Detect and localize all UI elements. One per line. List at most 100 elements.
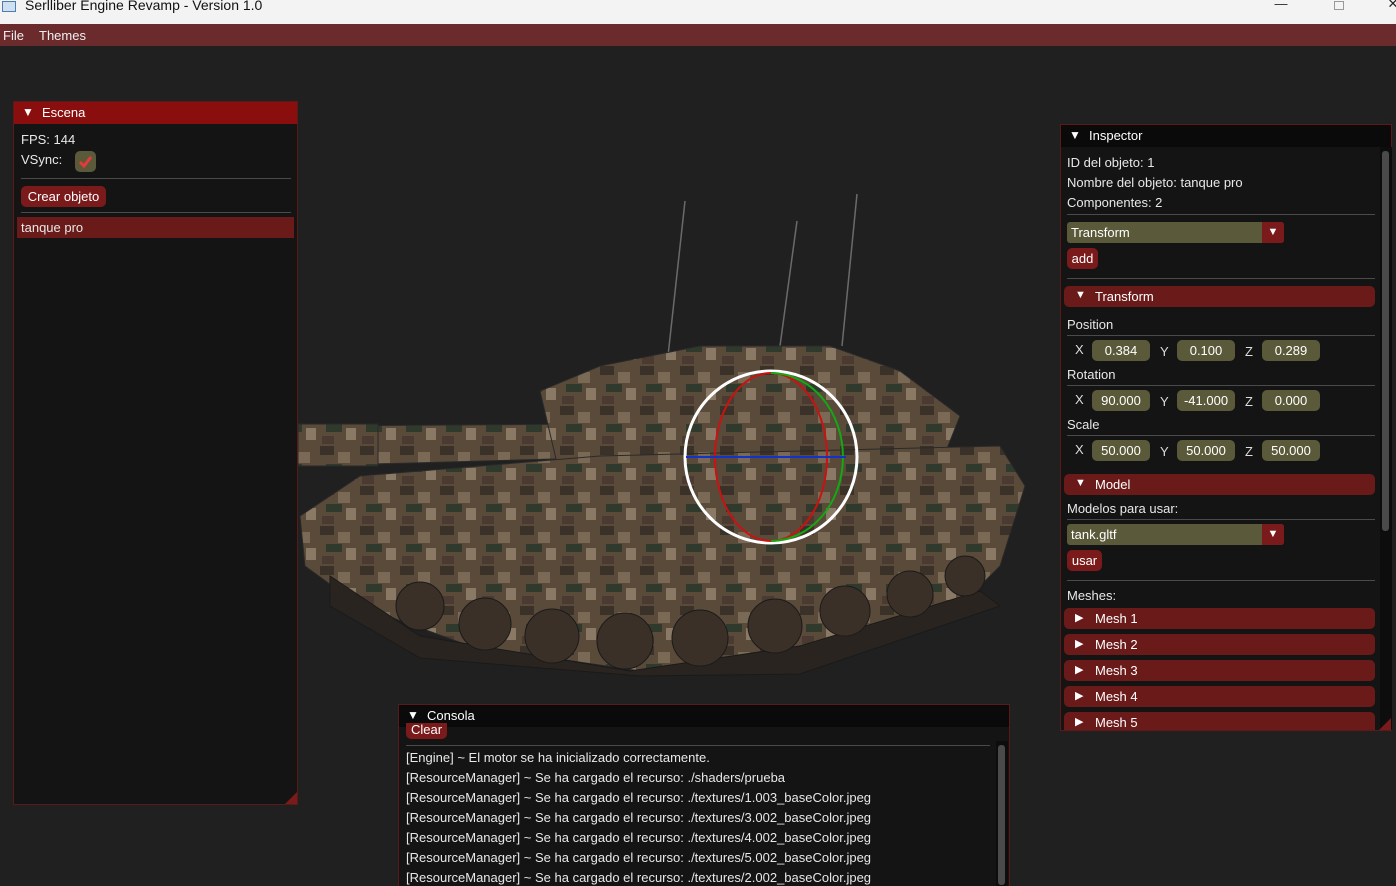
mesh-label: Mesh 3 <box>1095 663 1138 678</box>
x-label: X <box>1075 392 1084 407</box>
y-label: Y <box>1160 444 1169 459</box>
expand-arrow-icon: ▶ <box>1075 664 1084 676</box>
minimize-button[interactable]: — <box>1258 0 1304 16</box>
divider <box>1067 519 1375 520</box>
meshes-label: Meshes: <box>1067 588 1117 603</box>
mesh-item[interactable]: ▶ Mesh 3 <box>1064 660 1375 681</box>
create-object-button[interactable]: Crear objeto <box>21 186 106 207</box>
y-label: Y <box>1160 344 1169 359</box>
console-panel[interactable]: ▼ Consola Clear [Engine] ~ El motor se h… <box>398 704 1010 886</box>
rotation-x-field[interactable]: 90.000 <box>1092 390 1150 411</box>
position-y-field[interactable]: 0.100 <box>1177 340 1235 361</box>
x-label: X <box>1075 442 1084 457</box>
mesh-item[interactable]: ▶ Mesh 2 <box>1064 634 1375 655</box>
z-label: Z <box>1245 444 1253 459</box>
position-x-field[interactable]: 0.384 <box>1092 340 1150 361</box>
divider <box>1067 278 1375 279</box>
console-title: Consola <box>427 708 475 723</box>
expand-arrow-icon: ▶ <box>1075 638 1084 650</box>
inspector-panel[interactable]: ▼ Inspector ID del objeto: 1 Nombre del … <box>1060 124 1392 731</box>
collapse-arrow-icon: ▼ <box>1075 477 1086 489</box>
console-line: [ResourceManager] ~ Se ha cargado el rec… <box>406 870 872 885</box>
console-line: [ResourceManager] ~ Se ha cargado el rec… <box>406 850 872 865</box>
mesh-label: Mesh 1 <box>1095 611 1138 626</box>
mesh-item[interactable]: ▶ Mesh 4 <box>1064 686 1375 707</box>
component-select-value: Transform <box>1071 225 1130 240</box>
divider <box>406 745 990 746</box>
inspector-header[interactable]: ▼ Inspector <box>1061 125 1391 147</box>
expand-arrow-icon: ▶ <box>1075 690 1084 702</box>
rotation-label: Rotation <box>1067 367 1116 382</box>
collapse-arrow-icon[interactable]: ▼ <box>1069 128 1081 142</box>
z-label: Z <box>1245 394 1253 409</box>
console-line: [ResourceManager] ~ Se ha cargado el rec… <box>406 830 872 845</box>
dropdown-arrow-icon[interactable]: ▼ <box>1262 524 1284 545</box>
resize-grip[interactable] <box>285 792 297 804</box>
maximize-button[interactable] <box>1316 0 1362 16</box>
scale-x-field[interactable]: 50.000 <box>1092 440 1150 461</box>
position-label: Position <box>1067 317 1114 332</box>
resize-grip[interactable] <box>1379 718 1391 730</box>
rotation-y-field[interactable]: -41.000 <box>1177 390 1235 411</box>
object-name: Nombre del objeto: tanque pro <box>1067 175 1243 190</box>
divider <box>1067 435 1375 436</box>
console-header[interactable]: ▼ Consola <box>399 705 1009 727</box>
collapse-arrow-icon[interactable]: ▼ <box>22 105 34 119</box>
x-label: X <box>1075 342 1084 357</box>
scale-y-field[interactable]: 50.000 <box>1177 440 1235 461</box>
fps-label: FPS: 144 <box>21 132 76 147</box>
divider <box>1067 385 1375 386</box>
menu-themes[interactable]: Themes <box>39 28 86 43</box>
vsync-checkbox[interactable] <box>75 151 96 172</box>
model-select[interactable]: tank.gltf ▼ <box>1067 524 1284 545</box>
vsync-label: VSync: <box>21 152 63 167</box>
inspector-scrollbar[interactable] <box>1380 147 1392 730</box>
inspector-title: Inspector <box>1089 128 1143 143</box>
expand-arrow-icon: ▶ <box>1075 716 1084 728</box>
escena-title: Escena <box>42 105 86 120</box>
menu-file[interactable]: File <box>3 28 24 43</box>
component-select[interactable]: Transform ▼ <box>1067 222 1284 243</box>
clear-button[interactable]: Clear <box>406 723 447 739</box>
transform-title: Transform <box>1095 289 1154 304</box>
collapse-arrow-icon[interactable]: ▼ <box>407 708 419 722</box>
scrollbar-thumb[interactable] <box>998 745 1005 885</box>
console-scrollbar[interactable] <box>996 741 1008 886</box>
window-title-bar: Serlliber Engine Revamp - Version 1.0 — … <box>0 0 1396 24</box>
close-button[interactable]: ✕ <box>1370 0 1396 16</box>
divider <box>1067 214 1375 215</box>
divider <box>21 212 291 213</box>
mesh-label: Mesh 4 <box>1095 689 1138 704</box>
mesh-label: Mesh 5 <box>1095 715 1138 730</box>
model-header[interactable]: ▼ Model <box>1064 474 1375 495</box>
maximize-icon <box>1334 1 1344 10</box>
scale-label: Scale <box>1067 417 1100 432</box>
escena-panel[interactable]: ▼ Escena FPS: 144 VSync: Crear objeto ta… <box>13 101 298 805</box>
rotation-z-field[interactable]: 0.000 <box>1262 390 1320 411</box>
mesh-item[interactable]: ▶ Mesh 1 <box>1064 608 1375 629</box>
transform-header[interactable]: ▼ Transform <box>1064 286 1375 307</box>
dropdown-arrow-icon[interactable]: ▼ <box>1262 222 1284 243</box>
z-label: Z <box>1245 344 1253 359</box>
divider <box>21 178 291 179</box>
position-z-field[interactable]: 0.289 <box>1262 340 1320 361</box>
console-line: [ResourceManager] ~ Se ha cargado el rec… <box>406 770 786 785</box>
model-select-value: tank.gltf <box>1071 527 1117 542</box>
escena-header[interactable]: ▼ Escena <box>14 102 297 124</box>
scene-object-item[interactable]: tanque pro <box>17 217 294 238</box>
console-line: [ResourceManager] ~ Se ha cargado el rec… <box>406 790 872 805</box>
app-icon <box>2 1 16 12</box>
use-model-button[interactable]: usar <box>1067 550 1102 571</box>
mesh-item[interactable]: ▶ Mesh 5 <box>1064 712 1375 730</box>
checkmark-icon <box>78 156 93 169</box>
y-label: Y <box>1160 394 1169 409</box>
scrollbar-thumb[interactable] <box>1382 151 1389 531</box>
object-id: ID del objeto: 1 <box>1067 155 1155 170</box>
add-component-button[interactable]: add <box>1067 248 1098 269</box>
divider <box>1067 335 1375 336</box>
scale-z-field[interactable]: 50.000 <box>1262 440 1320 461</box>
console-line: [Engine] ~ El motor se ha inicializado c… <box>406 750 710 765</box>
main-menu-bar: File Themes <box>0 24 1396 46</box>
window-title: Serlliber Engine Revamp - Version 1.0 <box>25 0 263 13</box>
console-line: [ResourceManager] ~ Se ha cargado el rec… <box>406 810 872 825</box>
